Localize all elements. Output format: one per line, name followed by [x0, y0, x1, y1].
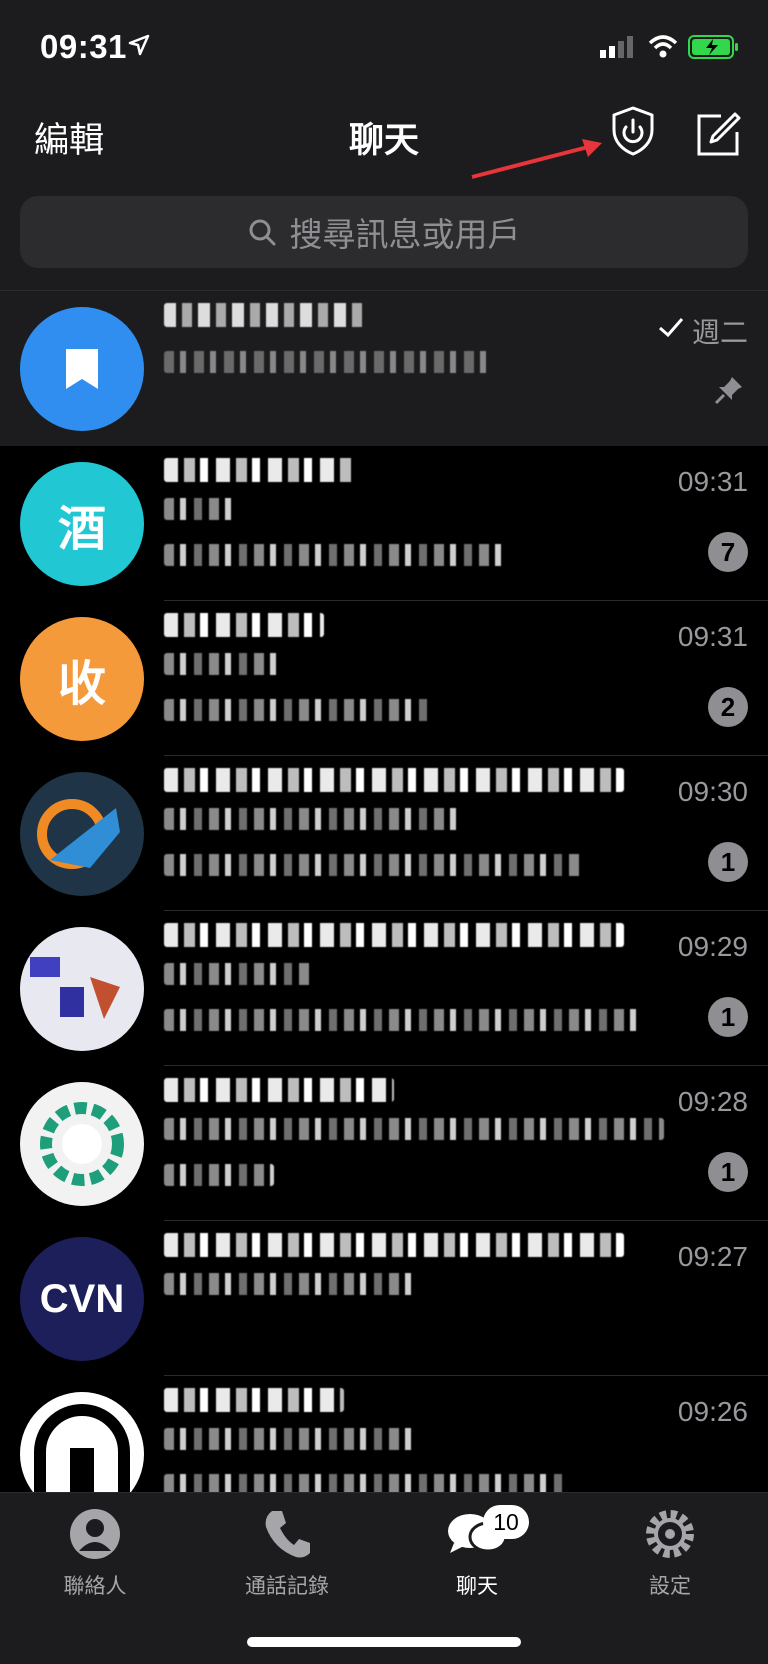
avatar-initials: 酒 — [57, 503, 106, 556]
avatar: 酒 — [20, 462, 144, 586]
chat-time: 09:28 — [677, 1086, 748, 1117]
chat-row[interactable]: 09:30 1 — [0, 756, 768, 911]
chat-row-pinned[interactable]: 週二 — [0, 291, 768, 446]
chat-title — [164, 1233, 624, 1257]
contacts-icon — [70, 1509, 120, 1559]
avatar-graphic-icon — [30, 957, 120, 1019]
avatar-initials: CVN — [39, 1276, 125, 1321]
tab-label: 聊天 — [456, 1575, 498, 1598]
annotation-arrow-icon — [470, 135, 610, 190]
avatar — [20, 772, 144, 896]
chat-time: 09:27 — [677, 1241, 748, 1272]
chat-title — [164, 1388, 344, 1412]
chat-sender — [164, 1118, 664, 1140]
chat-title — [164, 923, 624, 947]
unread-badge: 2 — [708, 687, 748, 727]
unread-badge: 1 — [708, 1152, 748, 1192]
unread-badge: 1 — [708, 997, 748, 1037]
status-bar: 09:31 — [0, 0, 768, 95]
chat-preview — [164, 1273, 414, 1295]
chat-row[interactable]: 收 09:31 2 — [0, 601, 768, 756]
chat-time: 09:29 — [677, 931, 748, 962]
unread-badge: 7 — [708, 532, 748, 572]
chat-preview — [164, 1164, 274, 1186]
avatar-logo-icon — [34, 1404, 130, 1492]
home-indicator — [247, 1637, 521, 1647]
avatar-initials: 收 — [57, 658, 106, 711]
avatar — [20, 307, 144, 431]
chat-sender — [164, 1428, 414, 1450]
chat-sender — [164, 808, 464, 830]
chat-title — [164, 613, 324, 637]
battery-charging-icon — [688, 34, 740, 65]
edit-button[interactable]: 編輯 — [34, 112, 104, 163]
chat-title — [164, 1078, 394, 1102]
tab-chats[interactable]: 10 聊天 — [397, 1505, 557, 1600]
cellular-signal-icon — [600, 36, 636, 63]
compose-icon[interactable] — [695, 112, 741, 163]
gear-icon — [646, 1510, 694, 1558]
chat-preview — [164, 1474, 564, 1492]
avatar: 收 — [20, 617, 144, 741]
chat-preview — [164, 699, 434, 721]
phone-icon — [265, 1511, 310, 1558]
pin-icon — [714, 375, 744, 410]
avatar: CVN — [20, 1237, 144, 1361]
tab-label: 通話記錄 — [245, 1575, 329, 1598]
search-placeholder: 搜尋訊息或用戶 — [289, 216, 521, 253]
chat-time: 09:26 — [677, 1396, 748, 1427]
chat-title — [164, 768, 624, 792]
chat-preview — [164, 1009, 644, 1031]
chat-sender — [164, 498, 234, 520]
chat-sender — [164, 963, 314, 985]
tab-settings[interactable]: 設定 — [590, 1507, 750, 1600]
chat-time: 09:31 — [677, 621, 748, 652]
unread-count-badge: 10 — [483, 1505, 529, 1539]
unread-badge: 1 — [708, 842, 748, 882]
chat-title — [164, 303, 364, 327]
chat-sender — [164, 653, 284, 675]
avatar — [20, 927, 144, 1051]
chat-title — [164, 458, 354, 482]
channel-icon — [66, 349, 98, 389]
avatar-graphic-icon — [37, 799, 120, 869]
chat-preview — [164, 351, 494, 373]
chat-row[interactable]: CVN 09:27 — [0, 1221, 768, 1376]
avatar-gear-logo-icon — [40, 1102, 124, 1186]
search-input[interactable]: 搜尋訊息或用戶 — [20, 196, 748, 268]
proxy-shield-icon[interactable] — [610, 105, 656, 162]
tab-contacts[interactable]: 聯絡人 — [15, 1507, 175, 1600]
wifi-icon — [648, 34, 678, 63]
tab-label: 聯絡人 — [63, 1575, 127, 1598]
chat-preview — [164, 544, 504, 566]
chat-time: 09:30 — [677, 776, 748, 807]
avatar — [20, 1392, 144, 1492]
chat-list: 週二 酒 09:31 7 收 09:31 2 09:30 1 09:29 1 0… — [0, 291, 768, 1492]
tab-label: 設定 — [649, 1575, 691, 1598]
chat-row[interactable]: 酒 09:31 7 — [0, 446, 768, 601]
tab-calls[interactable]: 通話記錄 — [207, 1507, 367, 1600]
chat-row[interactable]: 09:28 1 — [0, 1066, 768, 1221]
status-time: 09:31 — [40, 28, 127, 65]
chat-time: 09:31 — [677, 466, 748, 497]
chat-time: 週二 — [691, 317, 748, 348]
navigation-bar: 編輯 聊天 搜尋訊息或用戶 — [0, 95, 768, 291]
chat-preview — [164, 854, 584, 876]
chat-row[interactable]: 09:29 1 — [0, 911, 768, 1066]
location-arrow-icon — [128, 34, 150, 61]
chat-row[interactable]: 09:26 — [0, 1376, 768, 1492]
read-check-icon — [658, 316, 684, 343]
search-icon — [249, 219, 275, 246]
avatar — [20, 1082, 144, 1206]
